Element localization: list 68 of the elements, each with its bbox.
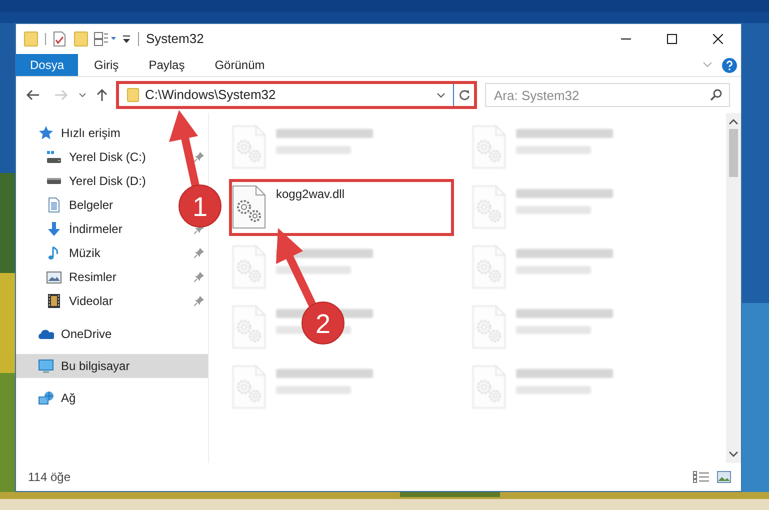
minimize-icon — [621, 38, 631, 40]
refresh-icon — [458, 89, 470, 101]
nav-item[interactable]: Belgeler — [69, 196, 114, 214]
path-text: C:\Windows\System32 — [145, 86, 276, 104]
search-field[interactable]: Ara: System32 — [485, 83, 730, 107]
scrollbar[interactable] — [726, 113, 741, 463]
computer-icon — [38, 358, 54, 374]
pin-icon[interactable] — [194, 272, 204, 282]
tiles-view-icon[interactable] — [717, 471, 731, 483]
file-name[interactable]: kogg2wav.dll — [276, 185, 344, 203]
nav-item[interactable]: Yerel Disk (C:) — [69, 148, 146, 166]
item-count: 114 öğe — [28, 469, 70, 486]
step-badge: 2 — [302, 302, 344, 344]
settings-file-icon — [472, 305, 506, 349]
back-icon[interactable] — [26, 89, 40, 101]
settings-file-icon — [472, 245, 506, 289]
pin-icon[interactable] — [194, 296, 204, 306]
nav-label: Bu bilgisayar — [61, 358, 130, 375]
picture-icon — [46, 270, 62, 284]
close-icon — [713, 34, 723, 44]
nav-item[interactable]: Videolar — [69, 292, 113, 310]
ribbon-tab[interactable]: Paylaş — [134, 54, 199, 76]
scroll-down-icon[interactable] — [729, 451, 738, 457]
nav-item[interactable]: Bu bilgisayar — [16, 354, 208, 378]
maximize-icon — [667, 34, 677, 44]
scroll-up-icon[interactable] — [729, 119, 738, 125]
settings-file-icon — [472, 125, 506, 169]
nav-item[interactable]: OneDrive — [61, 325, 112, 343]
properties-icon[interactable] — [53, 31, 66, 47]
settings-file-icon — [232, 185, 266, 229]
ribbon-tab[interactable]: Görünüm — [200, 54, 279, 76]
download-icon — [46, 221, 62, 237]
nav-item[interactable]: Müzik — [69, 244, 100, 262]
view-icon[interactable] — [94, 32, 116, 46]
nav-item[interactable]: Yerel Disk (D:) — [69, 172, 146, 190]
window-title: System32 — [146, 30, 204, 48]
ribbon-tab[interactable]: Giriş — [80, 54, 133, 76]
settings-file-icon — [472, 185, 506, 229]
ribbon-tab[interactable]: Dosya — [16, 54, 78, 76]
document-icon — [46, 197, 62, 213]
network-icon — [38, 390, 54, 406]
chevron-icon[interactable] — [437, 92, 445, 98]
scrollbar-thumb[interactable] — [729, 129, 738, 177]
nav-item[interactable]: Resimler — [69, 268, 116, 286]
address-field[interactable]: C:\Windows\System32 — [116, 81, 477, 109]
details-view-icon[interactable] — [693, 471, 709, 483]
drive-icon — [46, 150, 62, 164]
dropdown-icon[interactable] — [122, 34, 131, 44]
drive-icon — [46, 177, 62, 185]
search-icon — [710, 89, 722, 101]
help-icon[interactable] — [722, 58, 737, 72]
settings-file-icon — [232, 365, 266, 409]
film-icon — [46, 293, 62, 309]
settings-file-icon — [232, 125, 266, 169]
cloud-icon — [38, 328, 54, 340]
folder-icon — [127, 88, 139, 102]
star-icon — [38, 125, 54, 141]
settings-file-icon — [232, 305, 266, 349]
settings-file-icon — [232, 245, 266, 289]
up-icon[interactable] — [96, 88, 108, 102]
pin-icon[interactable] — [194, 248, 204, 258]
nav-item[interactable]: Hızlı erişim — [61, 124, 120, 142]
settings-file-icon — [472, 365, 506, 409]
chevron-icon[interactable] — [79, 92, 86, 98]
pin-icon[interactable] — [194, 152, 204, 162]
step-badge: 1 — [178, 184, 222, 228]
nav-item[interactable]: Ağ — [61, 389, 76, 407]
nav-item[interactable]: İndirmeler — [69, 220, 122, 238]
